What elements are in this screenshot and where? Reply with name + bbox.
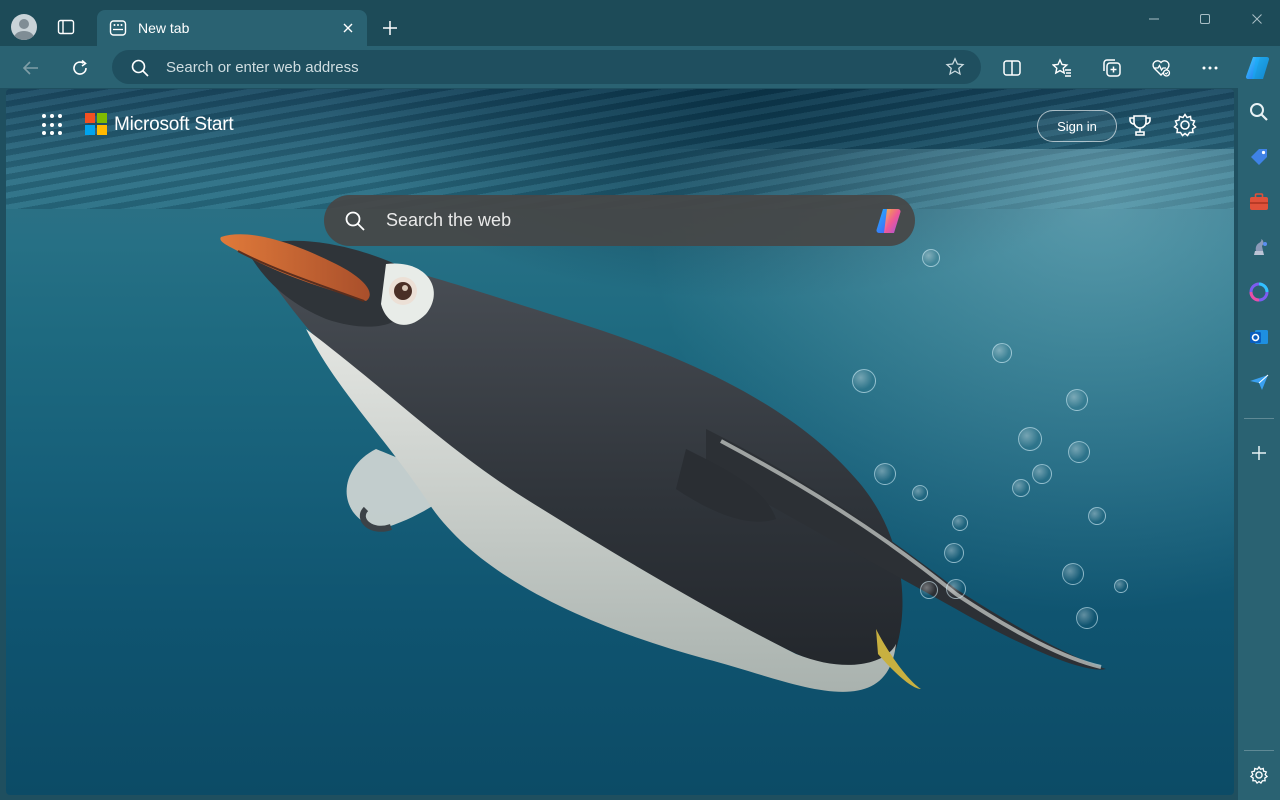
bubble xyxy=(1088,507,1106,525)
trophy-icon[interactable] xyxy=(1127,113,1153,139)
split-screen-button[interactable] xyxy=(998,54,1026,82)
bubble xyxy=(1114,579,1128,593)
toolbar xyxy=(0,46,1280,88)
shopping-tag-icon[interactable] xyxy=(1246,144,1272,170)
favorites-button[interactable] xyxy=(1048,54,1076,82)
bubble xyxy=(1018,427,1042,451)
bubble xyxy=(1076,607,1098,629)
send-telegram-icon[interactable] xyxy=(1246,369,1272,395)
heart-pulse-icon xyxy=(1152,60,1171,77)
sidebar-add-icon[interactable] xyxy=(1246,440,1272,466)
bubble xyxy=(992,343,1012,363)
bubble xyxy=(852,369,876,393)
address-input[interactable] xyxy=(166,50,926,84)
close-window-button[interactable] xyxy=(1243,8,1271,30)
right-sidebar xyxy=(1238,88,1280,800)
new-tab-page: Microsoft Start Sign in xyxy=(6,89,1234,795)
search-icon xyxy=(130,58,150,78)
tab-new-tab[interactable]: New tab xyxy=(97,10,367,46)
bubble xyxy=(1012,479,1030,497)
back-arrow-icon xyxy=(22,61,38,75)
sidebar-divider xyxy=(1244,418,1274,419)
favorite-star-icon[interactable] xyxy=(945,57,965,77)
bubble xyxy=(1068,441,1090,463)
outlook-icon[interactable] xyxy=(1246,324,1272,350)
collections-button[interactable] xyxy=(1098,54,1126,82)
copilot-sidebar-icon[interactable] xyxy=(1246,279,1272,305)
brand-title[interactable]: Microsoft Start xyxy=(114,114,234,136)
new-tab-button[interactable] xyxy=(378,16,402,40)
sign-in-button[interactable]: Sign in xyxy=(1037,110,1117,142)
bubble xyxy=(946,579,966,599)
gear-icon[interactable] xyxy=(1172,112,1198,138)
sidebar-search-icon[interactable] xyxy=(1246,99,1272,125)
bubble xyxy=(1062,563,1084,585)
favorites-icon xyxy=(1052,58,1071,77)
bubble xyxy=(1032,464,1052,484)
split-screen-icon xyxy=(1003,60,1021,76)
search-icon xyxy=(344,210,366,232)
close-icon[interactable] xyxy=(339,19,357,37)
bubble xyxy=(912,485,928,501)
profile-avatar-icon[interactable] xyxy=(11,14,37,40)
newtab-favicon-icon xyxy=(109,19,127,37)
title-bar: New tab xyxy=(0,0,1280,46)
web-search-box[interactable] xyxy=(324,195,915,246)
refresh-button[interactable] xyxy=(66,54,94,82)
back-button[interactable] xyxy=(17,54,45,82)
sidebar-settings-icon[interactable] xyxy=(1246,762,1272,788)
more-icon xyxy=(1202,66,1218,70)
address-bar[interactable] xyxy=(112,50,981,84)
microsoft-logo xyxy=(85,113,107,135)
bubble xyxy=(920,581,938,599)
app-launcher-icon[interactable] xyxy=(42,114,64,136)
tab-title: New tab xyxy=(138,20,190,36)
bubble xyxy=(922,249,940,267)
more-button[interactable] xyxy=(1196,54,1224,82)
games-chess-icon[interactable] xyxy=(1246,234,1272,260)
browser-essentials-button[interactable] xyxy=(1147,54,1175,82)
tab-actions-icon[interactable] xyxy=(55,16,77,38)
plus-icon xyxy=(383,21,397,35)
bubble xyxy=(1066,389,1088,411)
maximize-button[interactable] xyxy=(1191,8,1219,30)
web-search-input[interactable] xyxy=(386,195,846,246)
refresh-icon xyxy=(73,59,87,75)
bubble xyxy=(944,543,964,563)
bubble xyxy=(874,463,896,485)
bubble xyxy=(952,515,968,531)
sidebar-divider xyxy=(1244,750,1274,751)
collections-icon xyxy=(1103,59,1121,77)
minimize-button[interactable] xyxy=(1140,8,1168,30)
copilot-icon[interactable] xyxy=(1243,53,1273,83)
copilot-icon[interactable] xyxy=(873,205,905,237)
tools-briefcase-icon[interactable] xyxy=(1246,189,1272,215)
